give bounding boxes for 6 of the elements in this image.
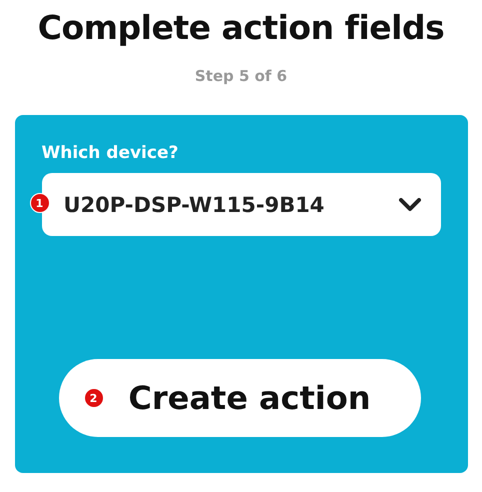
page-title: Complete action fields — [38, 8, 444, 47]
step-indicator: Step 5 of 6 — [194, 67, 288, 85]
field-label: Which device? — [42, 143, 180, 163]
device-select[interactable]: U20P-DSP-W115-9B14 — [42, 173, 440, 236]
number-marker: 1 — [30, 193, 50, 213]
chevron-down-icon — [398, 198, 420, 212]
